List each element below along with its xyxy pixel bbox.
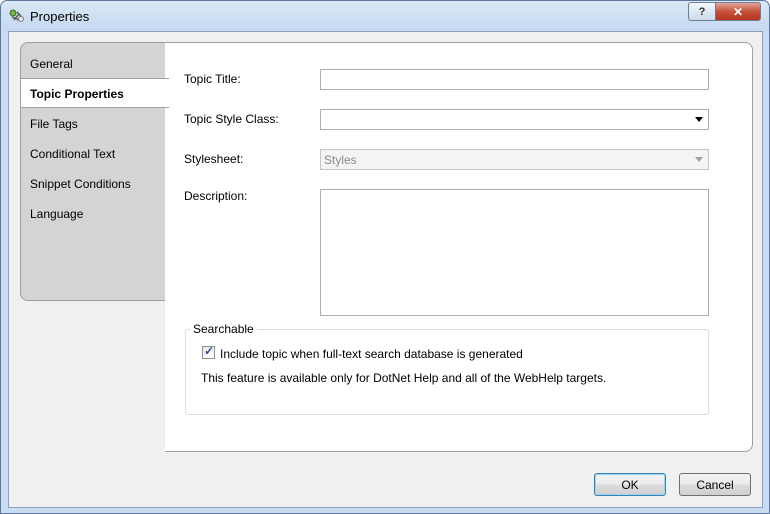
topic-title-input[interactable] bbox=[320, 69, 709, 90]
description-label: Description: bbox=[184, 189, 248, 203]
checkmark-icon: ✓ bbox=[204, 344, 215, 358]
dialog-client-area: General Topic Properties File Tags Condi… bbox=[8, 31, 763, 508]
close-button[interactable]: ✕ bbox=[715, 2, 761, 21]
topic-style-class-select[interactable] bbox=[320, 109, 709, 130]
help-button[interactable]: ? bbox=[688, 2, 715, 21]
chevron-down-icon bbox=[695, 117, 703, 122]
window-title: Properties bbox=[30, 9, 90, 24]
searchable-note: This feature is available only for DotNe… bbox=[201, 371, 607, 385]
stylesheet-value: Styles bbox=[324, 153, 357, 167]
ok-button[interactable]: OK bbox=[594, 473, 666, 496]
description-textarea[interactable] bbox=[320, 189, 709, 316]
topic-title-label: Topic Title: bbox=[184, 72, 241, 86]
tab-topic-properties[interactable]: Topic Properties bbox=[21, 78, 169, 108]
topic-style-class-label: Topic Style Class: bbox=[184, 112, 279, 126]
properties-dialog: Properties ? ✕ General Topic Properties … bbox=[0, 0, 770, 514]
title-bar[interactable]: Properties ? ✕ bbox=[1, 1, 769, 31]
app-icon bbox=[9, 9, 24, 22]
tab-file-tags[interactable]: File Tags bbox=[21, 109, 167, 139]
searchable-group-title: Searchable bbox=[190, 322, 257, 336]
chevron-down-icon bbox=[695, 157, 703, 162]
tab-general[interactable]: General bbox=[21, 49, 167, 79]
tab-snippet-conditions[interactable]: Snippet Conditions bbox=[21, 169, 167, 199]
cancel-button[interactable]: Cancel bbox=[679, 473, 751, 496]
include-in-search-checkbox[interactable]: ✓ bbox=[202, 344, 215, 359]
stylesheet-select: Styles bbox=[320, 149, 709, 170]
tab-conditional-text[interactable]: Conditional Text bbox=[21, 139, 167, 169]
stylesheet-label: Stylesheet: bbox=[184, 152, 244, 166]
include-in-search-label[interactable]: Include topic when full-text search data… bbox=[220, 347, 523, 361]
caption-buttons: ? ✕ bbox=[688, 2, 761, 21]
tab-language[interactable]: Language bbox=[21, 199, 167, 229]
